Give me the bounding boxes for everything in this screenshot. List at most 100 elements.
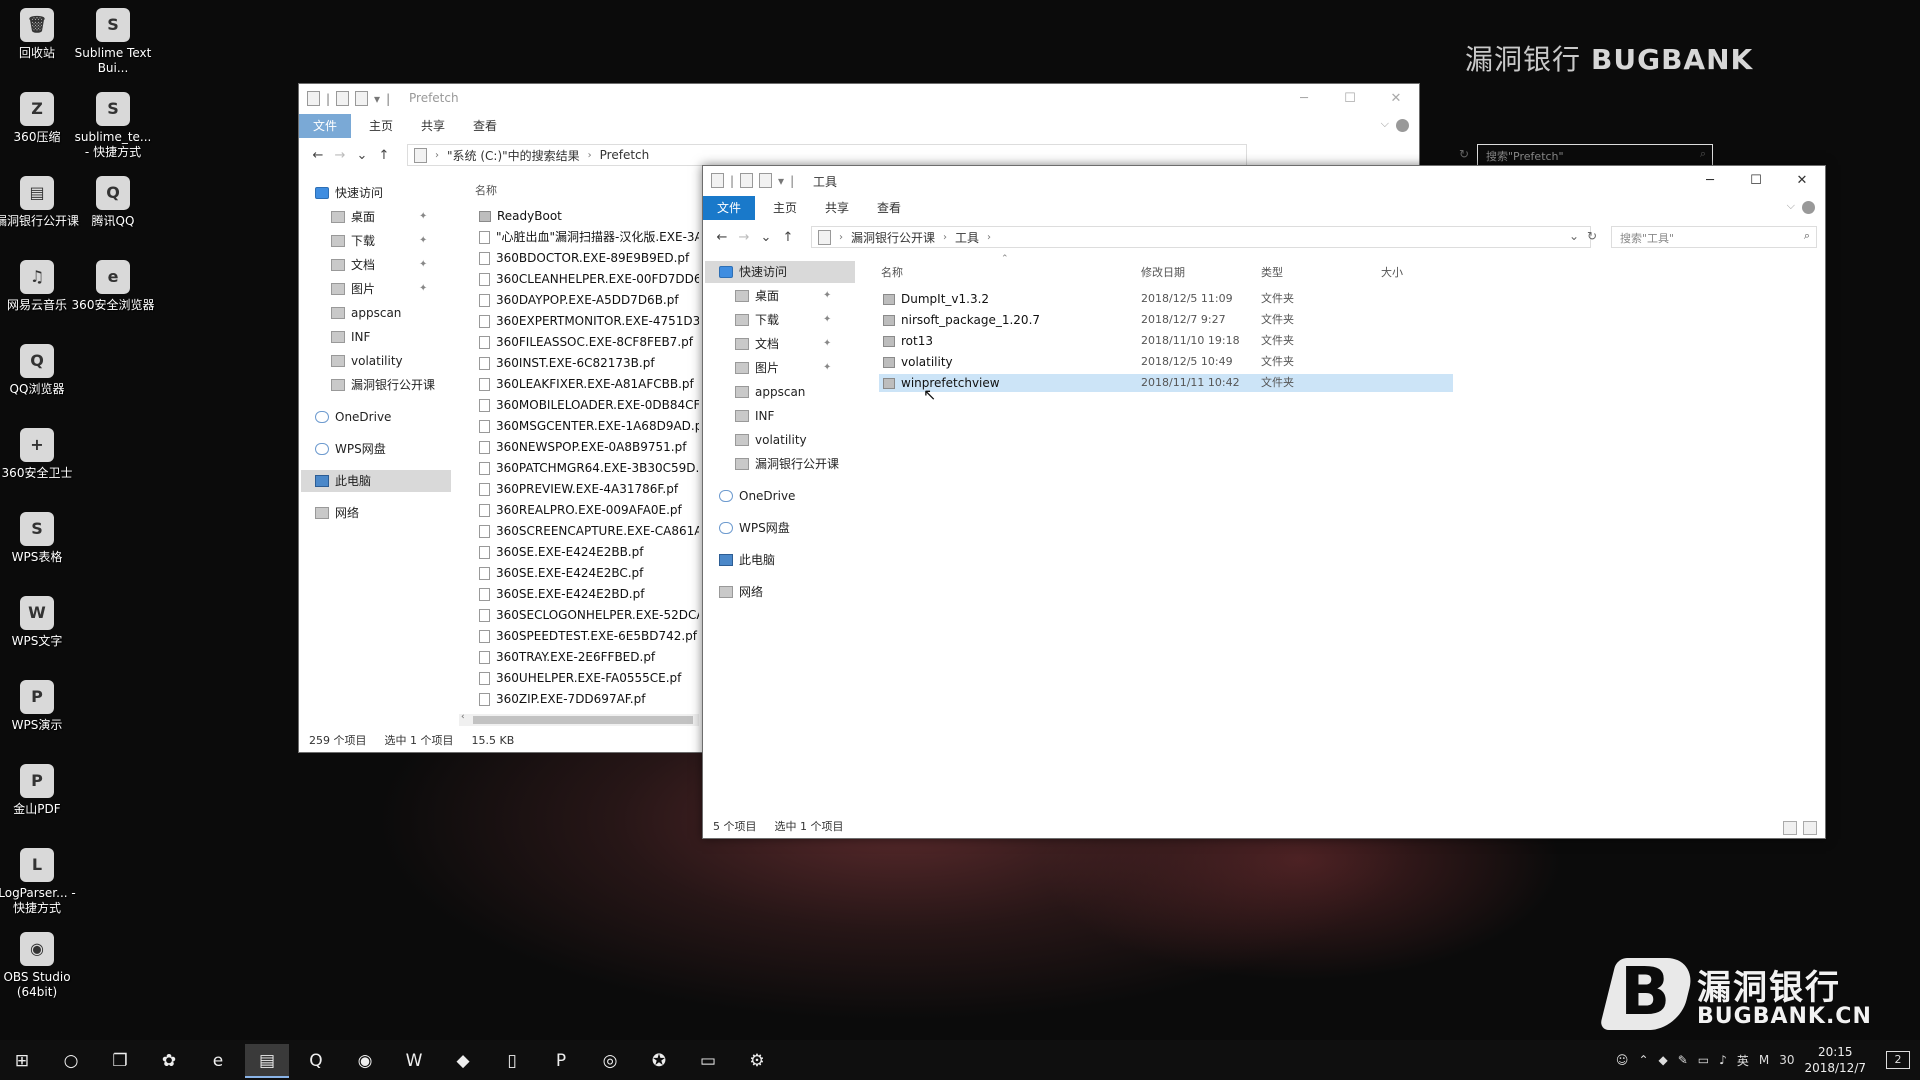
desktop-icon[interactable]: S Sublime Text Bui... [71, 8, 155, 76]
app-tool-icon[interactable]: ⚙ [735, 1044, 779, 1078]
expand-ribbon-icon[interactable]: ⌵ [1787, 199, 1795, 213]
clock[interactable]: 20:15 2018/12/7 [1804, 1044, 1866, 1076]
file-row[interactable]: winprefetchview 2018/11/11 10:42 文件夹 [879, 374, 1453, 392]
breadcrumb-public-course[interactable]: 漏洞银行公开课 [851, 229, 935, 246]
tab-share[interactable]: 共享 [407, 114, 459, 138]
nav-item[interactable]: volatility [705, 429, 855, 451]
file-row[interactable]: 360EXPERTMONITOR.EXE-4751D30 [479, 312, 699, 330]
file-row[interactable]: 360SECLOGONHELPER.EXE-52DCA4 [479, 606, 699, 624]
tab-view[interactable]: 查看 [863, 196, 915, 220]
properties-icon[interactable] [336, 91, 350, 106]
tab-file[interactable]: 文件 [703, 196, 756, 220]
file-row[interactable]: 360SPEEDTEST.EXE-6E5BD742.pf [479, 627, 699, 645]
tab-view[interactable]: 查看 [459, 114, 511, 138]
nav-item[interactable]: 下载 ✦ [705, 309, 855, 331]
notification-center-icon[interactable]: 2 [1886, 1051, 1910, 1069]
address-bar[interactable]: › "系统 (C:)"中的搜索结果 › Prefetch [407, 144, 1247, 166]
nav-item[interactable]: OneDrive [705, 485, 855, 507]
nav-item[interactable]: 网络 [705, 581, 855, 603]
nav-item[interactable]: 漏洞银行公开课 [705, 453, 855, 475]
title-bar[interactable]: | ▾ | 工具 ─ ☐ ✕ [703, 166, 1825, 196]
ime-mode[interactable]: M [1759, 1053, 1769, 1067]
desktop-icon[interactable]: Q 腾讯QQ [71, 176, 155, 229]
close-button[interactable]: ✕ [1373, 84, 1419, 114]
up-arrow-icon[interactable]: ↑ [777, 230, 799, 245]
nav-item[interactable]: WPS网盘 [705, 517, 855, 539]
file-row[interactable]: "心脏出血"漏洞扫描器-汉化版.EXE-3AI [479, 228, 699, 246]
new-folder-icon[interactable] [759, 173, 773, 188]
file-row[interactable]: 360SE.EXE-E424E2BB.pf [479, 543, 699, 561]
tab-share[interactable]: 共享 [811, 196, 863, 220]
desktop-icon[interactable]: ▤ 漏洞银行公开课 [0, 176, 79, 229]
volume-icon[interactable]: ♪ [1719, 1053, 1727, 1067]
file-row[interactable]: 360SE.EXE-E424E2BC.pf [479, 564, 699, 582]
file-row[interactable]: 360INST.EXE-6C82173B.pf [479, 354, 699, 372]
nav-item[interactable]: WPS网盘 [301, 438, 451, 460]
file-row[interactable]: 360DAYPOP.EXE-A5DD7D6B.pf [479, 291, 699, 309]
desktop-icon[interactable]: P WPS演示 [0, 680, 79, 733]
breadcrumb-tools[interactable]: 工具 [955, 229, 979, 246]
customize-toolbar-icon[interactable]: ▾ [374, 92, 380, 106]
tab-home[interactable]: 主页 [759, 196, 811, 220]
file-row[interactable]: 360SE.EXE-E424E2BD.pf [479, 585, 699, 603]
search-icon[interactable]: ⌕ [1700, 147, 1706, 161]
desktop-icon[interactable]: 🗑 回收站 [0, 8, 79, 61]
task-view-icon[interactable]: ❐ [98, 1044, 142, 1078]
forward-arrow-icon[interactable]: → [329, 148, 351, 163]
up-arrow-icon[interactable]: ↑ [373, 148, 395, 163]
desktop-icon[interactable]: Ssublime_te... - 快捷方式 [71, 92, 155, 160]
file-row[interactable]: 360PATCHMGR64.EXE-3B30C59D.pf [479, 459, 699, 477]
app-360se-icon[interactable]: ✪ [637, 1044, 681, 1078]
app-doc-icon[interactable]: ▯ [490, 1044, 534, 1078]
file-row[interactable]: 360CLEANHELPER.EXE-00FD7DD6.p [479, 270, 699, 288]
terminal-icon[interactable]: ▭ [686, 1044, 730, 1078]
desktop-icon[interactable]: P 金山PDF [0, 764, 79, 817]
file-row[interactable]: ReadyBoot [479, 207, 699, 225]
desktop-icon[interactable]: S WPS表格 [0, 512, 79, 565]
title-bar[interactable]: | ▾ | Prefetch ─ ☐ ✕ [299, 84, 1419, 114]
desktop-icon[interactable]: +360安全卫士 [0, 428, 79, 481]
file-explorer-icon[interactable]: ▤ [245, 1044, 289, 1078]
nav-item[interactable]: INF [301, 326, 451, 348]
file-row[interactable]: rot13 2018/11/10 19:18 文件夹 [879, 332, 1453, 350]
file-row[interactable]: 360SCREENCAPTURE.EXE-CA861A3 [479, 522, 699, 540]
wps-present-icon[interactable]: P [539, 1044, 583, 1078]
column-header-size[interactable]: 大小 [1381, 264, 1403, 280]
nav-item[interactable]: 漏洞银行公开课 [301, 374, 451, 396]
minimize-button[interactable]: ─ [1281, 84, 1327, 114]
file-row[interactable]: 360ZIP.EXE-7DD697AF.pf [479, 690, 699, 708]
wps-writer-icon[interactable]: W [392, 1044, 436, 1078]
properties-icon[interactable] [740, 173, 754, 188]
column-header-date[interactable]: 修改日期 [1141, 264, 1185, 280]
column-header-type[interactable]: 类型 [1261, 264, 1283, 280]
people-icon[interactable]: ☺ [1616, 1053, 1629, 1067]
file-row[interactable]: 360LEAKFIXER.EXE-A81AFCBB.pf [479, 375, 699, 393]
file-row[interactable]: 360NEWSPOP.EXE-0A8B9751.pf [479, 438, 699, 456]
search-icon[interactable]: ○ [49, 1044, 93, 1078]
address-bar[interactable]: › 漏洞银行公开课 › 工具 › [811, 226, 1591, 248]
refresh-icon[interactable]: ↻ [1459, 147, 1469, 161]
search-input[interactable]: 搜索"Prefetch" ⌕ [1477, 144, 1713, 166]
help-icon[interactable] [1396, 119, 1409, 132]
nav-item[interactable]: 图片 ✦ [301, 278, 451, 300]
desktop-icon[interactable]: Z 360压缩 [0, 92, 79, 145]
nav-item[interactable]: appscan [301, 302, 451, 324]
ie-icon[interactable]: e [196, 1044, 240, 1078]
expand-ribbon-icon[interactable]: ⌵ [1381, 117, 1389, 131]
network-icon[interactable]: ▭ [1698, 1053, 1709, 1067]
close-button[interactable]: ✕ [1779, 166, 1825, 196]
file-row[interactable]: 360MSGCENTER.EXE-1A68D9AD.pf [479, 417, 699, 435]
column-header-name[interactable]: 名称 [475, 182, 497, 198]
tray-badge[interactable]: 30 [1779, 1053, 1794, 1067]
breadcrumb-search-results[interactable]: "系统 (C:)"中的搜索结果 [447, 147, 580, 164]
recent-locations-icon[interactable]: ⌄ [755, 230, 777, 245]
nav-item[interactable]: 此电脑 [705, 549, 855, 571]
show-hidden-icons[interactable]: ⌃ [1638, 1053, 1648, 1067]
help-icon[interactable] [1802, 201, 1815, 214]
search-icon[interactable]: ⌕ [1804, 229, 1810, 243]
file-row[interactable]: 360TRAY.EXE-2E6FFBED.pf [479, 648, 699, 666]
nav-item[interactable]: 网络 [301, 502, 451, 524]
app-360-icon[interactable]: ✿ [147, 1044, 191, 1078]
nav-item[interactable]: volatility [301, 350, 451, 372]
file-row[interactable]: 360BDOCTOR.EXE-89E9B9ED.pf [479, 249, 699, 267]
